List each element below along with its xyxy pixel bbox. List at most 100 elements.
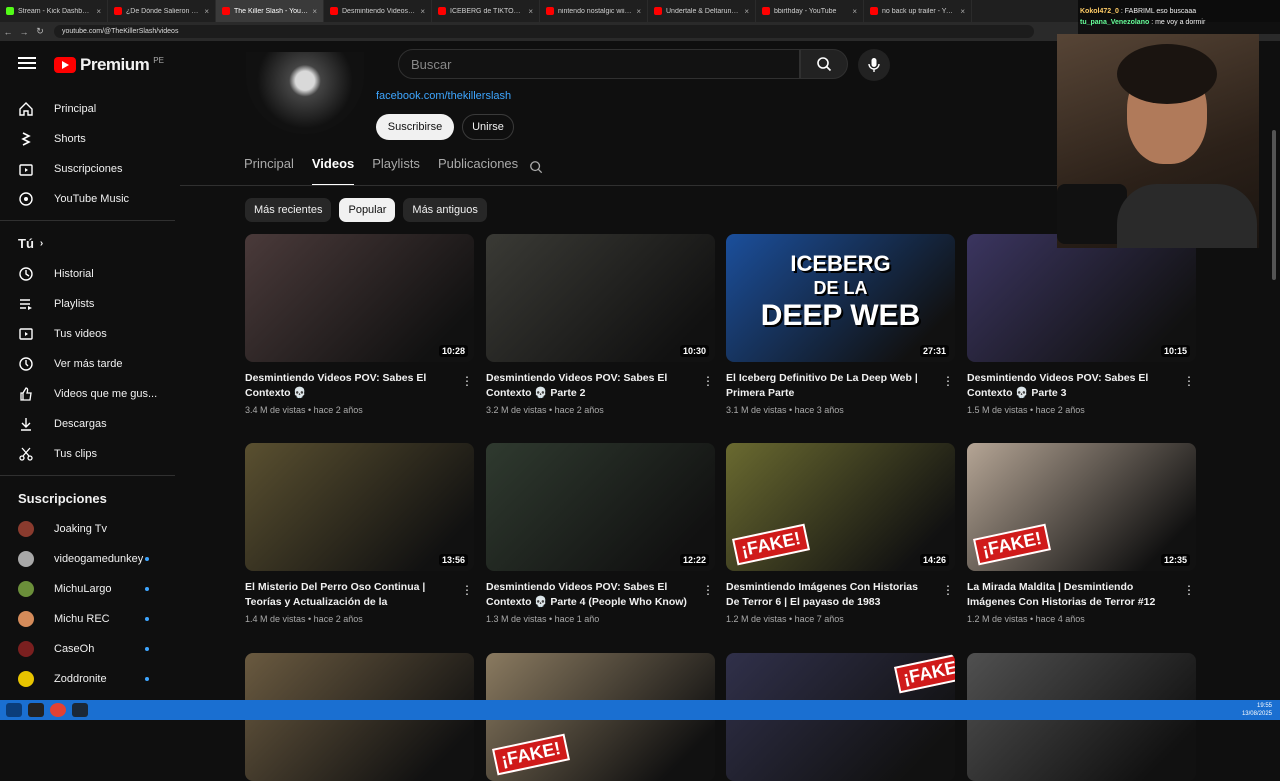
close-icon[interactable]: ×: [960, 7, 965, 16]
channel-search-icon[interactable]: [529, 160, 543, 174]
hair-shape: [1117, 44, 1217, 104]
browser-tab[interactable]: Undertale & Deltarune mu ×: [648, 0, 756, 22]
join-button[interactable]: Unirse: [462, 114, 514, 140]
scrollbar[interactable]: [1272, 130, 1276, 280]
menu-icon[interactable]: [18, 54, 36, 72]
more-options-icon[interactable]: ⋮: [942, 374, 954, 388]
sidebar-item[interactable]: Principal: [0, 94, 175, 124]
sidebar-item[interactable]: Ver más tarde: [0, 349, 175, 379]
video-card[interactable]: 10:30 Desmintiendo Videos POV: Sabes El …: [486, 234, 716, 415]
subscription-item[interactable]: videogamedunkey: [0, 544, 175, 574]
browser-tab[interactable]: Desmintiendo Videos POV: Sab ×: [324, 0, 432, 22]
sidebar-item[interactable]: Shorts: [0, 124, 175, 154]
tab-videos[interactable]: Videos: [311, 156, 355, 186]
video-title[interactable]: El Iceberg Definitivo De La Deep Web | P…: [726, 371, 931, 401]
channel-avatar[interactable]: [246, 52, 364, 134]
channel-link[interactable]: facebook.com/thekillerslash: [376, 90, 511, 102]
video-title[interactable]: Desmintiendo Videos POV: Sabes El Contex…: [486, 371, 691, 401]
close-icon[interactable]: ×: [96, 7, 101, 16]
search-input[interactable]: Buscar: [398, 49, 800, 79]
sort-chip[interactable]: Popular: [339, 198, 396, 222]
sidebar-you-heading[interactable]: Tú ›: [0, 227, 175, 259]
forward-icon[interactable]: →: [16, 27, 32, 37]
browser-tab[interactable]: no back up trailer - YouTube ×: [864, 0, 972, 22]
more-options-icon[interactable]: ⋮: [942, 583, 954, 597]
close-icon[interactable]: ×: [204, 7, 209, 16]
subscription-item[interactable]: Michu REC: [0, 604, 175, 634]
tab-principal[interactable]: Principal: [244, 156, 294, 184]
video-title[interactable]: El Misterio Del Perro Oso Continua | Teo…: [245, 580, 450, 610]
video-card[interactable]: 10:28 Desmintiendo Videos POV: Sabes El …: [245, 234, 475, 415]
video-title[interactable]: Desmintiendo Videos POV: Sabes El Contex…: [967, 371, 1172, 401]
video-card[interactable]: ICEBERG DE LA DEEP WEB 27:31 El Iceberg Def…: [726, 234, 956, 415]
sidebar-item[interactable]: Tus clips: [0, 439, 175, 469]
sidebar-item[interactable]: Descargas: [0, 409, 175, 439]
sidebar-item[interactable]: Suscripciones: [0, 154, 175, 184]
chat-user: Kokol472_0: [1080, 8, 1119, 15]
subscription-item[interactable]: Zoddronite: [0, 664, 175, 694]
sidebar-item[interactable]: Videos que me gus...: [0, 379, 175, 409]
video-thumbnail[interactable]: 10:15: [967, 234, 1196, 362]
steam-icon[interactable]: [72, 703, 88, 717]
browser-tab[interactable]: The Killer Slash - YouTube×: [216, 0, 324, 22]
more-options-icon[interactable]: ⋮: [1183, 374, 1195, 388]
back-icon[interactable]: ←: [0, 27, 16, 37]
browser-tab[interactable]: ¿De Dónde Salieron Estas Foto ×: [108, 0, 216, 22]
video-icon: [18, 326, 34, 342]
subscription-item[interactable]: MichuLargo: [0, 574, 175, 604]
close-icon[interactable]: ×: [744, 7, 749, 16]
sort-chip[interactable]: Más antiguos: [403, 198, 487, 222]
shorts-icon: [18, 131, 34, 147]
close-icon[interactable]: ×: [528, 7, 533, 16]
more-options-icon[interactable]: ⋮: [461, 583, 473, 597]
sidebar-item[interactable]: Playlists: [0, 289, 175, 319]
subscription-item[interactable]: CaseOh: [0, 634, 175, 664]
more-options-icon[interactable]: ⋮: [702, 374, 714, 388]
start-icon[interactable]: [6, 703, 22, 717]
video-thumbnail[interactable]: ¡FAKE! 14:26: [726, 443, 955, 571]
subscription-item[interactable]: Joaking Tv: [0, 514, 175, 544]
browser-tab[interactable]: ICEBERG de TIKTOK (Polémica ×: [432, 0, 540, 22]
video-title[interactable]: La Mirada Maldita | Desmintiendo Imágene…: [967, 580, 1172, 610]
browser-tab[interactable]: nintendo nostalgic wii mus ×: [540, 0, 648, 22]
video-thumbnail[interactable]: 12:22: [486, 443, 715, 571]
terminal-icon[interactable]: [28, 703, 44, 717]
video-thumbnail[interactable]: ICEBERG DE LA DEEP WEB 27:31: [726, 234, 955, 362]
reload-icon[interactable]: ↻: [32, 26, 48, 37]
more-options-icon[interactable]: ⋮: [461, 374, 473, 388]
browser-tab[interactable]: bbirthday - YouTube ×: [756, 0, 864, 22]
sidebar-item-label: Tus clips: [54, 448, 97, 460]
video-thumbnail[interactable]: 10:28: [245, 234, 474, 362]
tab-playlists[interactable]: Playlists: [372, 156, 420, 184]
sidebar-item[interactable]: Tus videos: [0, 319, 175, 349]
chrome-icon[interactable]: [50, 703, 66, 717]
url-field[interactable]: youtube.com/@TheKillerSlash/videos: [54, 25, 1034, 38]
video-thumbnail[interactable]: 13:56: [245, 443, 474, 571]
video-card[interactable]: 13:56 El Misterio Del Perro Oso Continua…: [245, 443, 475, 624]
video-card[interactable]: 12:22 Desmintiendo Videos POV: Sabes El …: [486, 443, 716, 624]
browser-tab[interactable]: Stream - Kick Dashboard ×: [0, 0, 108, 22]
video-card[interactable]: 10:15 Desmintiendo Videos POV: Sabes El …: [967, 234, 1197, 415]
tab-publicaciones[interactable]: Publicaciones: [438, 156, 518, 184]
search-button[interactable]: [800, 49, 848, 79]
video-title[interactable]: Desmintiendo Videos POV: Sabes El Contex…: [486, 580, 691, 610]
close-icon[interactable]: ×: [636, 7, 641, 16]
video-thumbnail[interactable]: 10:30: [486, 234, 715, 362]
close-icon[interactable]: ×: [312, 7, 317, 16]
video-title[interactable]: Desmintiendo Videos POV: Sabes El Contex…: [245, 371, 450, 401]
video-card[interactable]: ¡FAKE! 12:35 La Mirada Maldita | Desminti…: [967, 443, 1197, 624]
video-card[interactable]: ¡FAKE! 14:26 Desmintiendo Imágenes Con Hi…: [726, 443, 956, 624]
sort-chip[interactable]: Más recientes: [245, 198, 332, 222]
sidebar-item[interactable]: Historial: [0, 259, 175, 289]
video-title[interactable]: Desmintiendo Imágenes Con Historias De T…: [726, 580, 931, 610]
new-content-dot: [145, 617, 149, 621]
subscribe-button[interactable]: Suscribirse: [376, 114, 454, 140]
voice-search-button[interactable]: [858, 49, 890, 81]
sidebar-item[interactable]: YouTube Music: [0, 184, 175, 214]
close-icon[interactable]: ×: [420, 7, 425, 16]
close-icon[interactable]: ×: [852, 7, 857, 16]
youtube-logo[interactable]: Premium PE: [54, 55, 164, 75]
more-options-icon[interactable]: ⋮: [702, 583, 714, 597]
video-thumbnail[interactable]: ¡FAKE! 12:35: [967, 443, 1196, 571]
more-options-icon[interactable]: ⋮: [1183, 583, 1195, 597]
